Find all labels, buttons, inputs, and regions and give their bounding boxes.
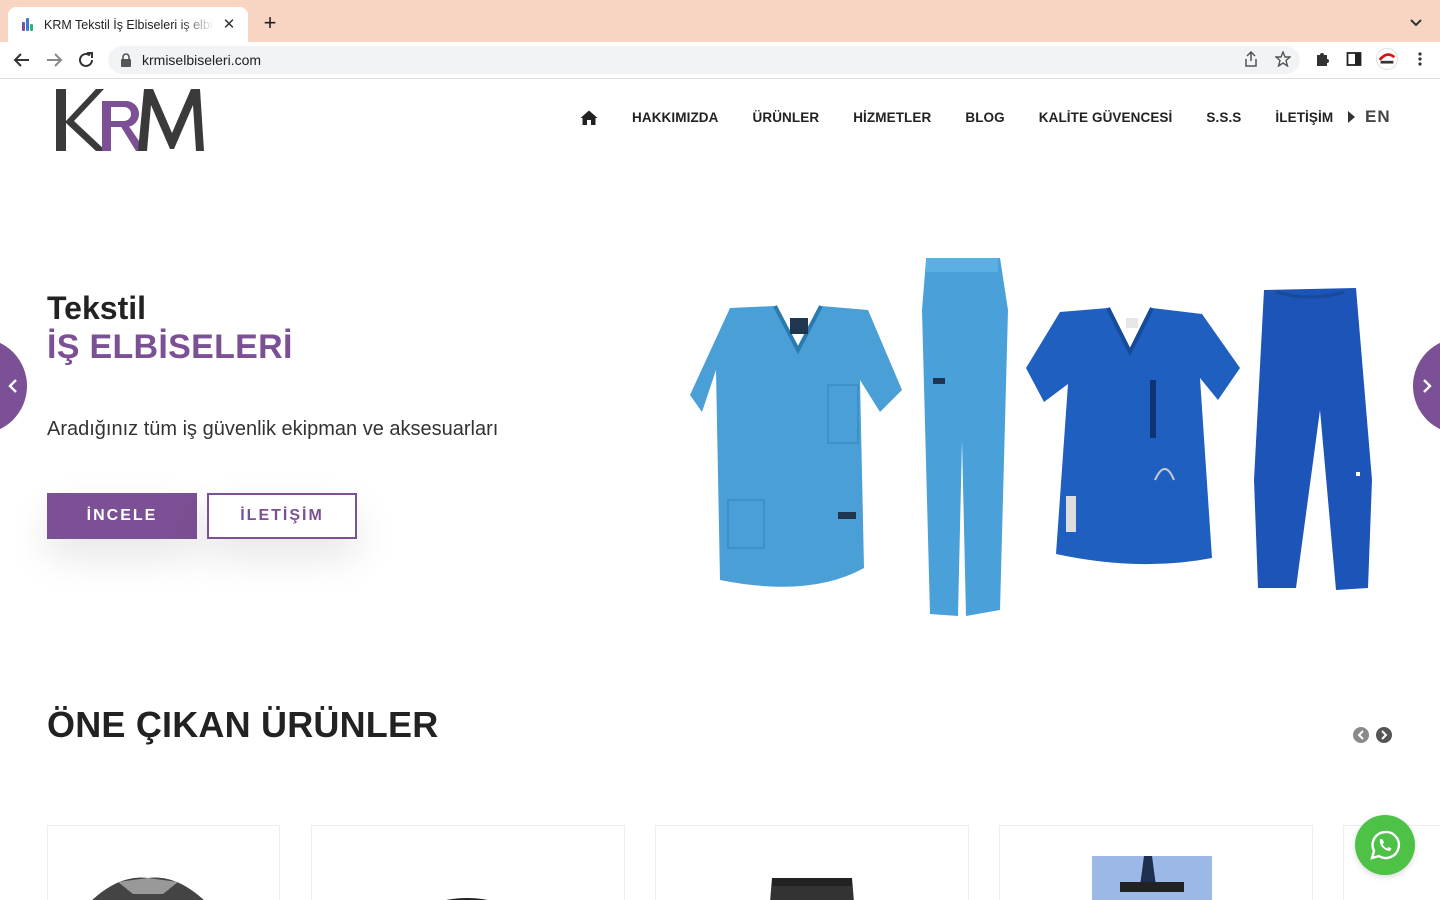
product-card[interactable] [47,825,280,900]
language-switch[interactable]: EN [1348,107,1391,127]
hero-subtitle: Aradığınız tüm iş güvenlik ekipman ve ak… [47,418,499,440]
url-text: krmiselbiseleri.com [142,52,262,68]
nav-faq[interactable]: S.S.S [1206,110,1241,125]
whatsapp-icon [1370,830,1401,860]
caret-right-icon [1348,111,1355,123]
carousel-prev-icon[interactable] [1353,727,1369,743]
product-image [92,877,204,900]
forward-icon[interactable] [42,48,66,72]
carousel-next-icon[interactable] [1376,727,1392,743]
inspect-button[interactable]: İNCELE [47,493,197,539]
product-card[interactable] [999,825,1313,900]
product-card[interactable] [655,825,969,900]
hero-scrubs-image [680,250,1380,622]
slider-prev-button[interactable] [0,338,27,434]
slider-next-button[interactable] [1413,338,1440,434]
language-label: EN [1365,107,1391,126]
featured-title: ÖNE ÇIKAN ÜRÜNLER [47,704,439,745]
product-card[interactable] [311,825,625,900]
reload-icon[interactable] [74,48,98,72]
nav-about[interactable]: HAKKIMIZDA [632,110,719,125]
nav-products[interactable]: ÜRÜNLER [753,110,820,125]
browser-tabstrip: KRM Tekstil İş Elbiseleri iş elbiseleri … [0,0,1440,42]
share-icon[interactable] [1242,50,1260,68]
sidepanel-icon[interactable] [1344,47,1364,71]
product-image [1092,856,1212,900]
profile-avatar[interactable] [1376,48,1398,70]
krm-logo[interactable] [52,83,207,157]
chevron-right-icon [1423,379,1432,393]
product-image [770,878,854,900]
main-nav: HAKKIMIZDA ÜRÜNLER HİZMETLER BLOG KALİTE… [580,109,1367,125]
tab-title: KRM Tekstil İş Elbiseleri iş elbiseleri [44,17,214,32]
nav-blog[interactable]: BLOG [965,110,1004,125]
back-icon[interactable] [10,48,34,72]
site-header: HAKKIMIZDA ÜRÜNLER HİZMETLER BLOG KALİTE… [0,79,1440,169]
carousel-nav [1353,727,1392,743]
puzzle-icon[interactable] [1312,47,1332,71]
menu-icon[interactable] [1410,47,1430,71]
nav-quality[interactable]: KALİTE GÜVENCESİ [1039,110,1173,125]
hero-title-line2: İŞ ELBİSELERİ [47,328,293,366]
chevron-left-icon [8,379,17,393]
browser-toolbar: krmiselbiseleri.com [0,42,1440,79]
new-tab-button[interactable]: + [258,12,282,36]
star-icon[interactable] [1274,50,1292,68]
tab-close-icon[interactable]: ✕ [220,16,238,34]
whatsapp-button[interactable] [1355,815,1415,875]
contact-button[interactable]: İLETİŞİM [207,493,357,539]
nav-services[interactable]: HİZMETLER [853,110,931,125]
hero-title-line1: Tekstil [47,290,146,326]
address-bar[interactable]: krmiselbiseleri.com [108,46,1300,74]
home-icon[interactable] [580,109,598,125]
product-image [446,898,488,900]
nav-contact[interactable]: İLETİŞİM [1275,110,1333,125]
lock-icon [120,53,132,67]
favicon-icon [20,17,36,33]
tab-search-icon[interactable] [1406,12,1426,32]
browser-tab[interactable]: KRM Tekstil İş Elbiseleri iş elbiseleri … [8,7,248,42]
